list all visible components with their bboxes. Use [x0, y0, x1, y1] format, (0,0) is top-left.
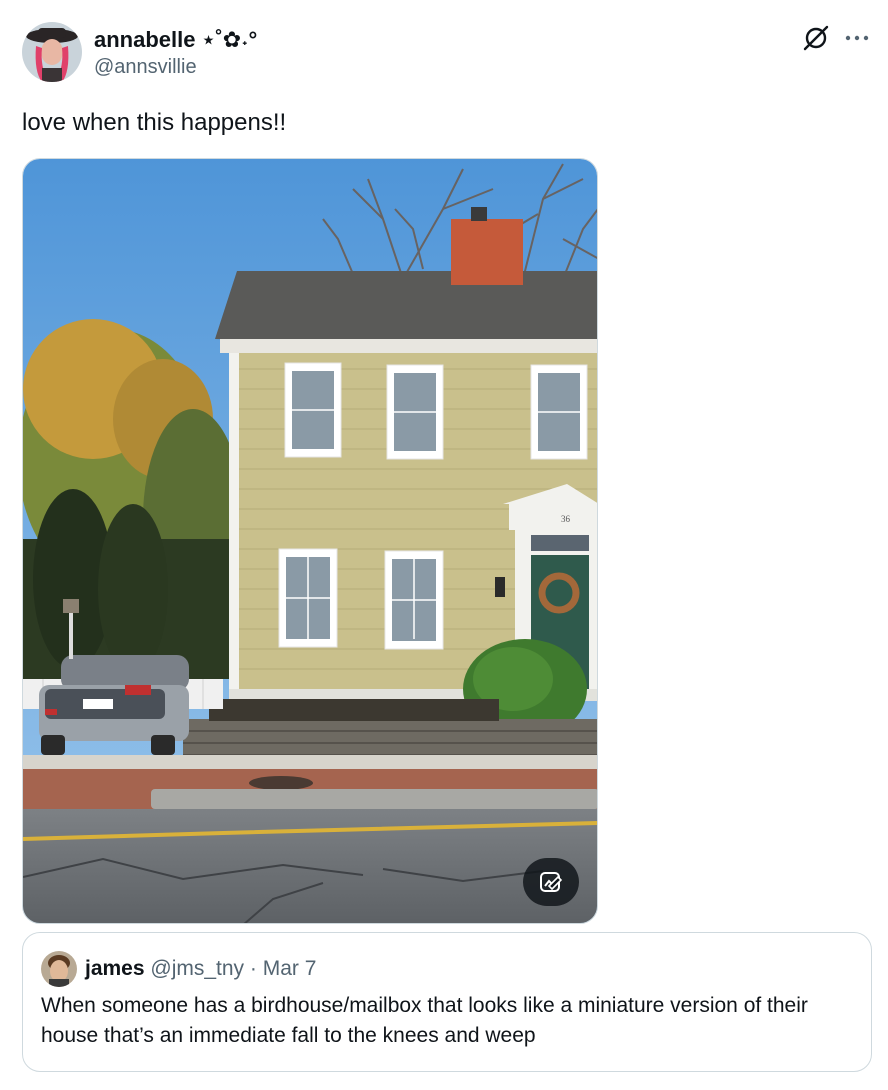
quoted-header: james @jms_tny · Mar 7 [85, 955, 316, 983]
author-handle[interactable]: @annsvillie [94, 54, 257, 80]
quoted-date: Mar 7 [262, 957, 317, 980]
quoted-display-name: james [85, 957, 145, 980]
image-alt-button[interactable] [523, 858, 579, 906]
quoted-handle: @jms_tny [150, 957, 245, 980]
author-names: annabelle ⋆˚✿˖° @annsvillie [94, 26, 257, 80]
house-number: 36 [561, 514, 571, 524]
quoted-post[interactable]: james @jms_tny · Mar 7 When someone has … [22, 932, 872, 1072]
grok-icon[interactable] [802, 24, 830, 52]
quoted-author-avatar [41, 951, 77, 987]
author-display-name[interactable]: annabelle ⋆˚✿˖° [94, 26, 257, 54]
post-text: love when this happens!! [22, 109, 287, 136]
post-header: annabelle ⋆˚✿˖° @annsvillie [22, 22, 872, 84]
post-photo[interactable]: 36 [22, 158, 598, 924]
quoted-text: When someone has a birdhouse/mailbox tha… [41, 994, 808, 1047]
quoted-separator: · [249, 957, 257, 980]
image-alt-icon [540, 872, 563, 892]
more-icon[interactable] [842, 24, 872, 52]
author-avatar[interactable] [22, 22, 82, 82]
